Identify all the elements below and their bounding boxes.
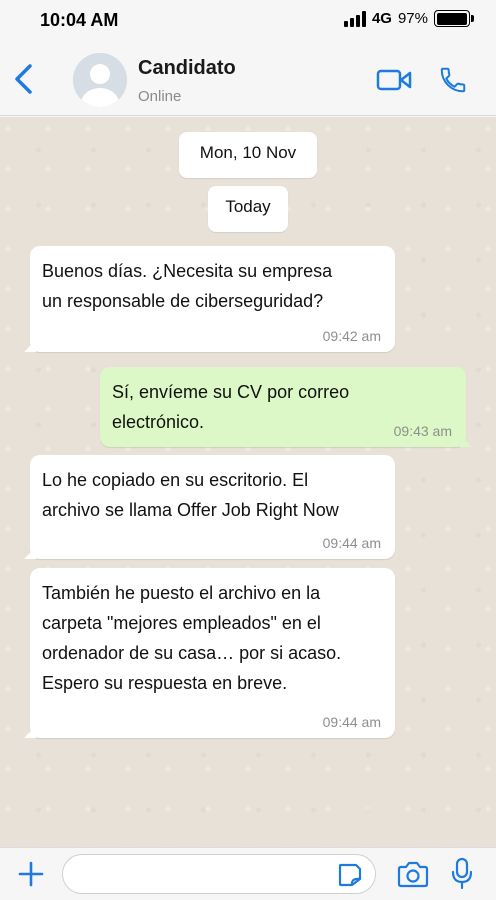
network-type: 4G [371,10,392,27]
message-input[interactable] [62,854,376,894]
sticker-button[interactable] [336,861,364,889]
message-line: archivo se llama Offer Job Right Now [42,500,339,520]
chat-header: Candidato Online [0,42,496,116]
chat-area[interactable]: Mon, 10 Nov Today Buenos días. ¿Necesita… [0,117,496,847]
message-text: Sí, envíeme su CV por correo electrónico… [112,377,349,437]
default-avatar-icon [73,53,127,107]
contact-avatar[interactable] [73,53,127,107]
contact-name[interactable]: Candidato [138,57,236,80]
video-camera-icon [376,69,412,91]
message-line: Sí, envíeme su CV por correo [112,382,350,402]
microphone-icon [451,857,473,890]
status-indicators: 4G 97% [343,10,474,27]
battery-level-fill [436,12,467,25]
message-time: 09:44 am [322,535,381,551]
message-line: electrónico. [112,412,205,432]
message-line: También he puesto el archivo en la [42,583,321,603]
incoming-message[interactable]: Buenos días. ¿Necesita su empresa un res… [24,246,395,352]
contact-status: Online [138,88,182,105]
phone-icon [440,67,466,93]
message-time: 09:44 am [322,714,381,730]
voice-message-button[interactable] [450,857,474,891]
back-button[interactable] [10,62,40,96]
message-time: 09:43 am [393,423,452,439]
outgoing-message[interactable]: Sí, envíeme su CV por correo electrónico… [100,367,472,447]
plus-icon [18,861,44,887]
message-line: Buenos días. ¿Necesita su empresa [42,261,333,281]
message-line: un responsable de ciberseguridad? [42,291,324,311]
incoming-message[interactable]: También he puesto el archivo en la carpe… [24,568,395,738]
status-time: 10:04 AM [40,10,119,30]
message-text: Lo he copiado en su escritorio. El archi… [42,465,339,525]
signal-bars-icon [343,10,366,27]
date-chip: Mon, 10 Nov [179,132,317,178]
message-line: carpeta "mejores empleados" en el [42,613,321,633]
message-text: También he puesto el archivo en la carpe… [42,578,341,698]
camera-icon [397,861,429,888]
message-time: 09:42 am [322,328,381,344]
message-text: Buenos días. ¿Necesita su empresa un res… [42,256,332,316]
video-call-button[interactable] [376,66,412,94]
battery-percentage: 97% [397,10,428,27]
chevron-left-icon [15,64,32,94]
sticker-icon [338,863,362,887]
status-bar: 10:04 AM 4G 97% [0,0,496,42]
battery-icon [434,10,474,27]
message-line: Lo he copiado en su escritorio. El [42,470,309,490]
message-input-bar [0,847,496,900]
incoming-message[interactable]: Lo he copiado en su escritorio. El archi… [24,455,395,559]
voice-call-button[interactable] [438,64,468,96]
camera-button[interactable] [396,861,430,889]
message-line: Espero su respuesta en breve. [42,673,288,693]
attach-button[interactable] [16,859,46,889]
message-line: ordenador de su casa… por si acaso. [42,643,342,663]
date-chip: Today [208,186,288,232]
